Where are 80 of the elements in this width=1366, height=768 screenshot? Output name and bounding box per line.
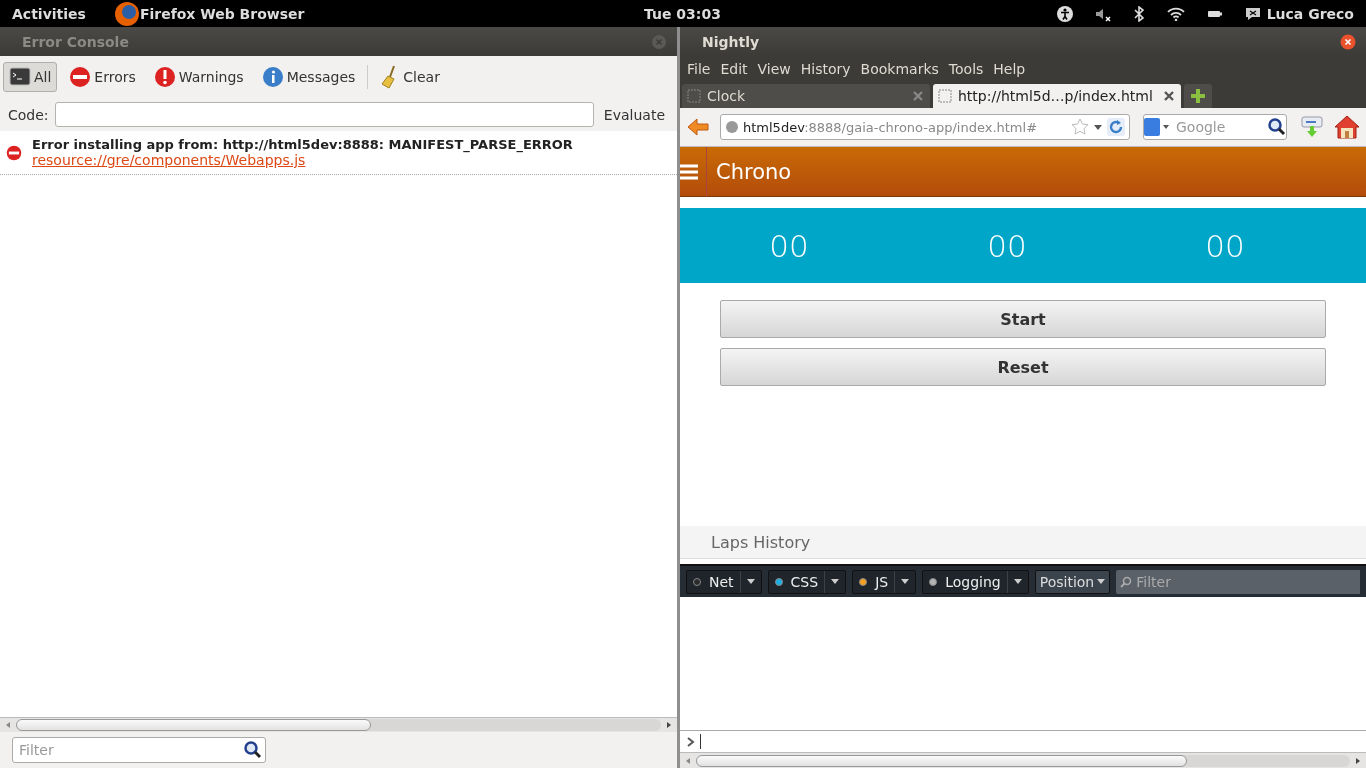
dropdown-arrow-icon [831, 578, 840, 585]
menu-icon[interactable] [680, 162, 698, 181]
timer-digits: 00 [1204, 227, 1246, 264]
home-icon[interactable] [1334, 115, 1360, 139]
menu-item[interactable]: File [682, 61, 716, 77]
back-arrow-icon[interactable] [686, 117, 710, 137]
globe-icon [725, 120, 739, 134]
plus-icon [1190, 88, 1206, 104]
new-tab-button[interactable] [1184, 84, 1212, 108]
star-icon[interactable] [1071, 118, 1089, 136]
filter-button[interactable]: Messages [255, 61, 362, 93]
reload-icon[interactable] [1107, 118, 1125, 136]
section-title: Laps History [711, 532, 811, 552]
menu-item[interactable]: Edit [715, 61, 753, 77]
search-icon [244, 741, 262, 759]
horizontal-scrollbar[interactable] [680, 752, 1366, 768]
terminal-icon [9, 67, 31, 87]
error-icon [69, 66, 92, 88]
activities-button[interactable]: Activities [12, 5, 86, 22]
browser-tab[interactable]: http://html5d…p/index.html [933, 84, 1181, 108]
app-menu-label[interactable]: Firefox Web Browser [139, 5, 305, 22]
dropdown-arrow-icon [746, 578, 755, 585]
evaluate-button[interactable]: Evaluate [599, 106, 669, 123]
search-engine-icon[interactable] [1144, 118, 1170, 136]
app-button[interactable]: Reset [720, 348, 1326, 386]
clock[interactable]: Tue 03:03 [644, 5, 721, 22]
menu-item[interactable]: Bookmarks [855, 61, 944, 77]
filter-field[interactable]: Filter [12, 737, 266, 763]
download-icon[interactable] [1300, 115, 1324, 139]
wifi-icon[interactable] [1166, 6, 1185, 21]
address-bar[interactable]: html5dev:8888/gaia-chrono-app/index.html# [720, 114, 1130, 140]
scrollbar-thumb[interactable] [696, 754, 1187, 767]
menu-item[interactable]: View [752, 61, 796, 77]
console-filter-field[interactable]: Filter [1116, 569, 1360, 594]
menu-item[interactable]: Help [988, 61, 1031, 77]
horizontal-scrollbar[interactable] [0, 717, 677, 732]
source-link[interactable]: resource://gre/components/Webapps.js [32, 152, 306, 168]
scrollbar-thumb[interactable] [16, 719, 371, 731]
error-icon [6, 144, 22, 161]
error-message: Error installing app from: http://html5dev:8888: MANIFEST_PARSE_ERROR [32, 137, 573, 152]
accessibility-icon[interactable] [1056, 5, 1073, 22]
dropdown-arrow-icon [1097, 578, 1106, 585]
code-input-field[interactable] [54, 102, 594, 127]
timer-digits: 00 [986, 227, 1028, 264]
filter-button[interactable]: Errors [63, 61, 142, 93]
battery-icon[interactable] [1206, 8, 1223, 19]
menu-item[interactable]: Tools [943, 61, 989, 77]
code-label: Code: [8, 106, 49, 123]
search-icon[interactable] [1268, 118, 1286, 136]
timer-digits: 00 [768, 227, 810, 264]
bluetooth-icon[interactable] [1132, 5, 1145, 22]
window-title: Error Console [22, 33, 129, 50]
user-menu[interactable]: Luca Greco [1266, 5, 1354, 22]
filter-dropdown[interactable]: JS [852, 569, 917, 594]
page-icon [687, 89, 701, 103]
close-icon[interactable] [1340, 33, 1356, 50]
dropdown-arrow-icon [901, 578, 910, 585]
filter-dropdown[interactable]: CSS [767, 569, 847, 594]
clear-button[interactable]: Clear [374, 60, 446, 94]
search-icon [1120, 575, 1133, 588]
filter-button[interactable]: All [3, 62, 58, 92]
warning-icon [153, 66, 176, 88]
dropdown-arrow-icon [1013, 578, 1022, 585]
position-button[interactable]: Position [1034, 569, 1111, 594]
filter-dropdown[interactable]: Net [686, 569, 762, 594]
page-icon [938, 89, 952, 103]
filter-button[interactable]: Warnings [147, 61, 250, 93]
prompt-chevron-icon [686, 735, 696, 748]
dropdown-arrow-icon[interactable] [1093, 122, 1103, 132]
app-title: Chrono [716, 159, 792, 184]
chat-icon[interactable] [1244, 6, 1261, 21]
globe-logo-icon [113, 0, 140, 27]
app-button[interactable]: Start [720, 300, 1326, 338]
browser-tab[interactable]: Clock [682, 84, 930, 108]
info-icon [261, 66, 284, 88]
close-tab-icon[interactable] [1162, 89, 1176, 103]
url-text: html5dev:8888/gaia-chrono-app/index.html# [743, 119, 1039, 135]
menu-item[interactable]: History [795, 61, 856, 77]
window-title: Nightly [702, 33, 760, 50]
filter-dropdown[interactable]: Logging [922, 569, 1029, 594]
